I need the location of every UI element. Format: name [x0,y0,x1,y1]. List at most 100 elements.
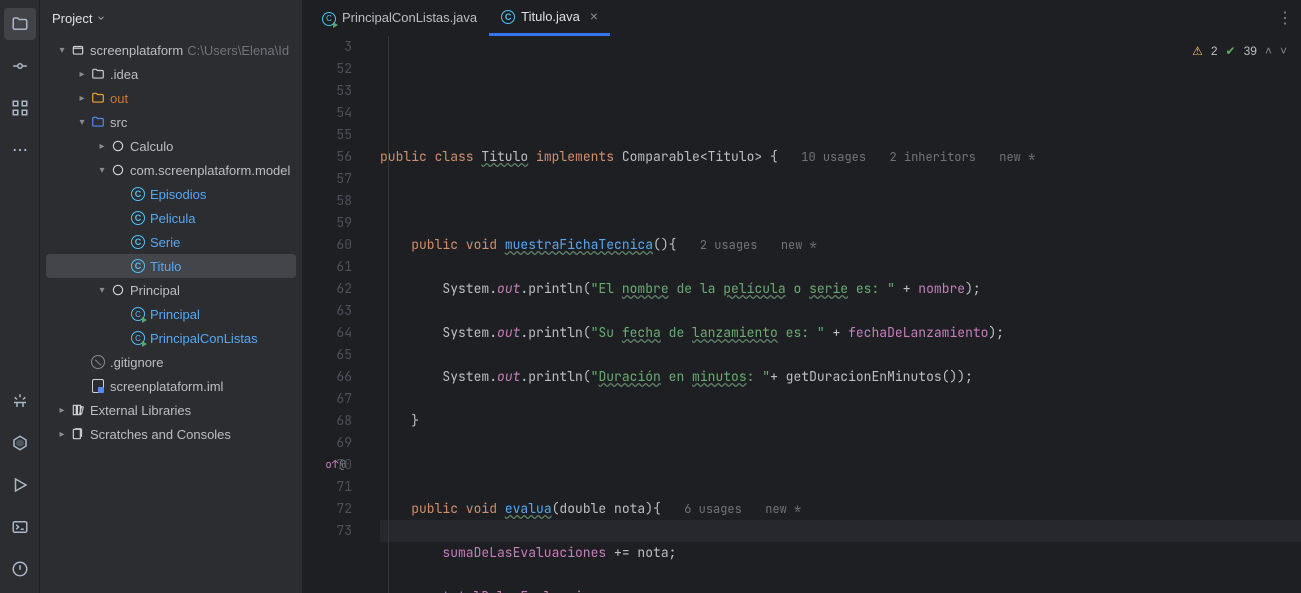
run-tool-icon[interactable] [4,469,36,501]
runnable-class-icon: C [322,9,336,26]
line-number: 53 [302,80,352,102]
editor-tabs: C PrincipalConListas.java C Titulo.java … [302,0,1301,36]
package-icon [110,138,126,154]
tree-label: Pelicula [150,211,196,226]
more-tool-icon[interactable] [4,134,36,166]
terminal-tool-icon[interactable] [4,511,36,543]
chevron-down-icon[interactable]: ▾ [94,165,110,176]
tree-label: Principal [150,307,200,322]
structure-tool-icon[interactable] [4,92,36,124]
line-number: 71 [302,476,352,498]
build-tool-icon[interactable] [4,385,36,417]
ok-icon: ✔ [1226,44,1236,58]
line-number: 70 [302,454,352,476]
tool-strip [0,0,40,593]
tree-item-iml[interactable]: screenplataform.iml [40,374,302,398]
tree-item-scratches[interactable]: ▸ Scratches and Consoles [40,422,302,446]
gitignore-icon [90,354,106,370]
tab-titulo[interactable]: C Titulo.java × [489,0,610,36]
tree-item-ext-lib[interactable]: ▸ External Libraries [40,398,302,422]
code-editor[interactable]: 3 52 53 54 55 56 57 58 59 60 61 62 63 64… [302,36,1301,593]
line-number: 55 [302,124,352,146]
nav-up-icon[interactable]: ˄ [1265,44,1272,58]
tree-item-principal-listas[interactable]: C PrincipalConListas [40,326,302,350]
tree-label: screenplataform.iml [110,379,223,394]
chevron-down-icon[interactable]: ▾ [94,285,110,296]
chevron-right-icon[interactable]: ▸ [94,141,110,152]
project-panel: Project ▾ screenplataform C:\Users\Elena… [40,0,302,593]
services-tool-icon[interactable] [4,427,36,459]
chevron-right-icon[interactable]: ▸ [54,405,70,416]
chevron-down-icon[interactable]: ▾ [74,117,90,128]
line-number: 65 [302,344,352,366]
folder-icon [70,42,86,58]
line-number: 54 [302,102,352,124]
line-number: 60 [302,234,352,256]
tree-item-principal[interactable]: C Principal [40,302,302,326]
problems-tool-icon[interactable] [4,553,36,585]
tree-item-src[interactable]: ▾ src [40,110,302,134]
tree-label: Serie [150,235,180,250]
runnable-class-icon: C [130,330,146,346]
line-number: 64 [302,322,352,344]
warning-icon: ⚠ [1192,44,1203,58]
line-number: 52 [302,58,352,80]
line-number: 57 [302,168,352,190]
chevron-down-icon [96,11,106,26]
line-number: 58 [302,190,352,212]
tree-item-idea[interactable]: ▸ .idea [40,62,302,86]
tab-principal-con-listas[interactable]: C PrincipalConListas.java [310,0,489,36]
tree-label: out [110,91,128,106]
library-icon [70,402,86,418]
tree-label: .idea [110,67,138,82]
tree-item-pelicula[interactable]: C Pelicula [40,206,302,230]
tree-label: screenplataform [90,43,183,58]
nav-down-icon[interactable]: ˅ [1280,44,1287,58]
line-number: 3 [302,36,352,58]
chevron-down-icon[interactable]: ▾ [54,45,70,56]
chevron-right-icon[interactable]: ▸ [74,93,90,104]
chevron-right-icon[interactable]: ▸ [54,429,70,440]
class-icon: C [130,210,146,226]
tree-item-out[interactable]: ▸ out [40,86,302,110]
tree-label: com.screenplataform.model [130,163,290,178]
tree-item-gitignore[interactable]: .gitignore [40,350,302,374]
project-tool-icon[interactable] [4,8,36,40]
class-icon: C [501,8,515,25]
package-icon [110,282,126,298]
problems-widget[interactable]: ⚠2 ✔39 ˄ ˅ [1192,44,1287,58]
tree-item-episodios[interactable]: C Episodios [40,182,302,206]
tree-label: Calculo [130,139,173,154]
tree-item-titulo[interactable]: C Titulo [46,254,296,278]
tree-item-principal-pkg[interactable]: ▾ Principal [40,278,302,302]
project-panel-header[interactable]: Project [40,0,302,36]
code-body[interactable]: public class Titulo implements Comparabl… [380,36,1301,593]
tab-label: PrincipalConListas.java [342,10,477,25]
tree-label: Titulo [150,259,181,274]
folder-icon [90,66,106,82]
project-tree[interactable]: ▾ screenplataform C:\Users\Elena\Id ▸ .i… [40,36,302,593]
close-icon[interactable]: × [590,8,598,24]
line-number: 68 [302,410,352,432]
project-panel-title: Project [52,11,92,26]
tree-label: External Libraries [90,403,191,418]
gutter: 3 52 53 54 55 56 57 58 59 60 61 62 63 64… [302,36,380,593]
tree-item-model[interactable]: ▾ com.screenplataform.model [40,158,302,182]
line-number: 59 [302,212,352,234]
tree-item-serie[interactable]: C Serie [40,230,302,254]
tree-path: C:\Users\Elena\Id [187,43,289,58]
line-number: 69o↑@ [302,432,352,454]
runnable-class-icon: C [130,306,146,322]
line-number: 73 [302,520,352,542]
line-number: 61 [302,256,352,278]
tree-item-calculo[interactable]: ▸ Calculo [40,134,302,158]
commit-tool-icon[interactable] [4,50,36,82]
line-number: 62 [302,278,352,300]
line-number: 67 [302,388,352,410]
tree-label: src [110,115,127,130]
tab-menu-icon[interactable]: ⋮ [1277,8,1293,28]
iml-icon [90,378,106,394]
chevron-right-icon[interactable]: ▸ [74,69,90,80]
tree-label: Episodios [150,187,206,202]
tree-root[interactable]: ▾ screenplataform C:\Users\Elena\Id [40,38,302,62]
